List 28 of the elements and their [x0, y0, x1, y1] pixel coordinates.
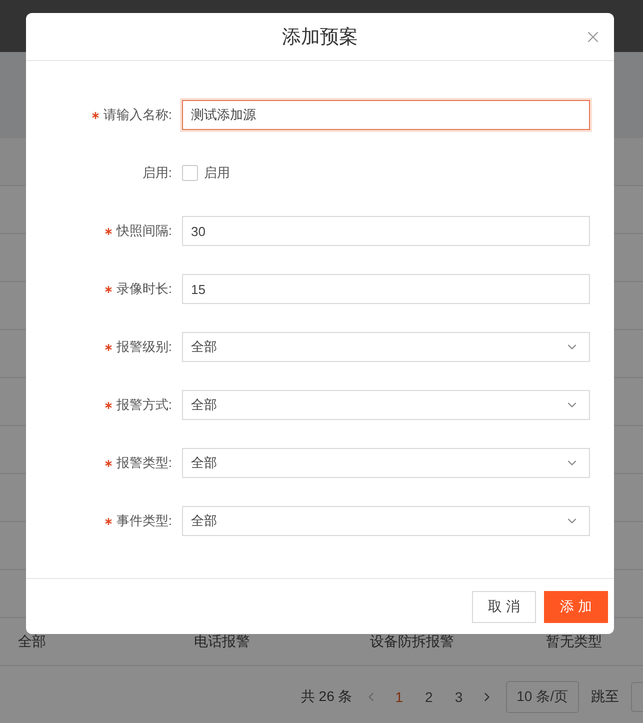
- dialog-title: 添加预案: [282, 26, 358, 50]
- table-cell-text: 电话报警: [194, 632, 251, 650]
- select-field[interactable]: 全部: [182, 448, 590, 478]
- checkbox[interactable]: [182, 165, 198, 181]
- total-count: 共 26 条: [300, 688, 352, 706]
- select-field[interactable]: 全部: [182, 506, 590, 536]
- table-cell-text: 设备防拆报警: [370, 632, 455, 650]
- select-field[interactable]: 全部: [182, 390, 590, 420]
- field-label: 事件类型:: [116, 512, 172, 530]
- select-field[interactable]: 全部: [182, 332, 590, 362]
- checkbox-label[interactable]: 启用: [204, 164, 230, 182]
- text-input-field[interactable]: 30: [182, 216, 590, 246]
- cancel-button[interactable]: 取 消: [472, 590, 536, 622]
- text-input-field[interactable]: 15: [182, 274, 590, 304]
- field-label: 报警类型:: [116, 454, 172, 472]
- field-label: 快照间隔:: [116, 222, 172, 240]
- jump-label: 跳至: [591, 688, 619, 706]
- page-size-select[interactable]: 10 条/页: [506, 681, 579, 713]
- field-label: 启用:: [142, 164, 172, 182]
- field-label: 请输入名称:: [103, 106, 172, 124]
- page-number[interactable]: 3: [450, 689, 468, 705]
- table-cell-text: 全部: [18, 632, 47, 650]
- text-input-field[interactable]: 测试添加源: [182, 100, 590, 130]
- table-cell-text: 暂无类型: [546, 632, 603, 650]
- field-label: 录像时长:: [116, 280, 172, 298]
- field-label: 报警级别:: [116, 338, 172, 356]
- page-number[interactable]: 2: [420, 689, 438, 705]
- field-label: 报警方式:: [116, 396, 172, 414]
